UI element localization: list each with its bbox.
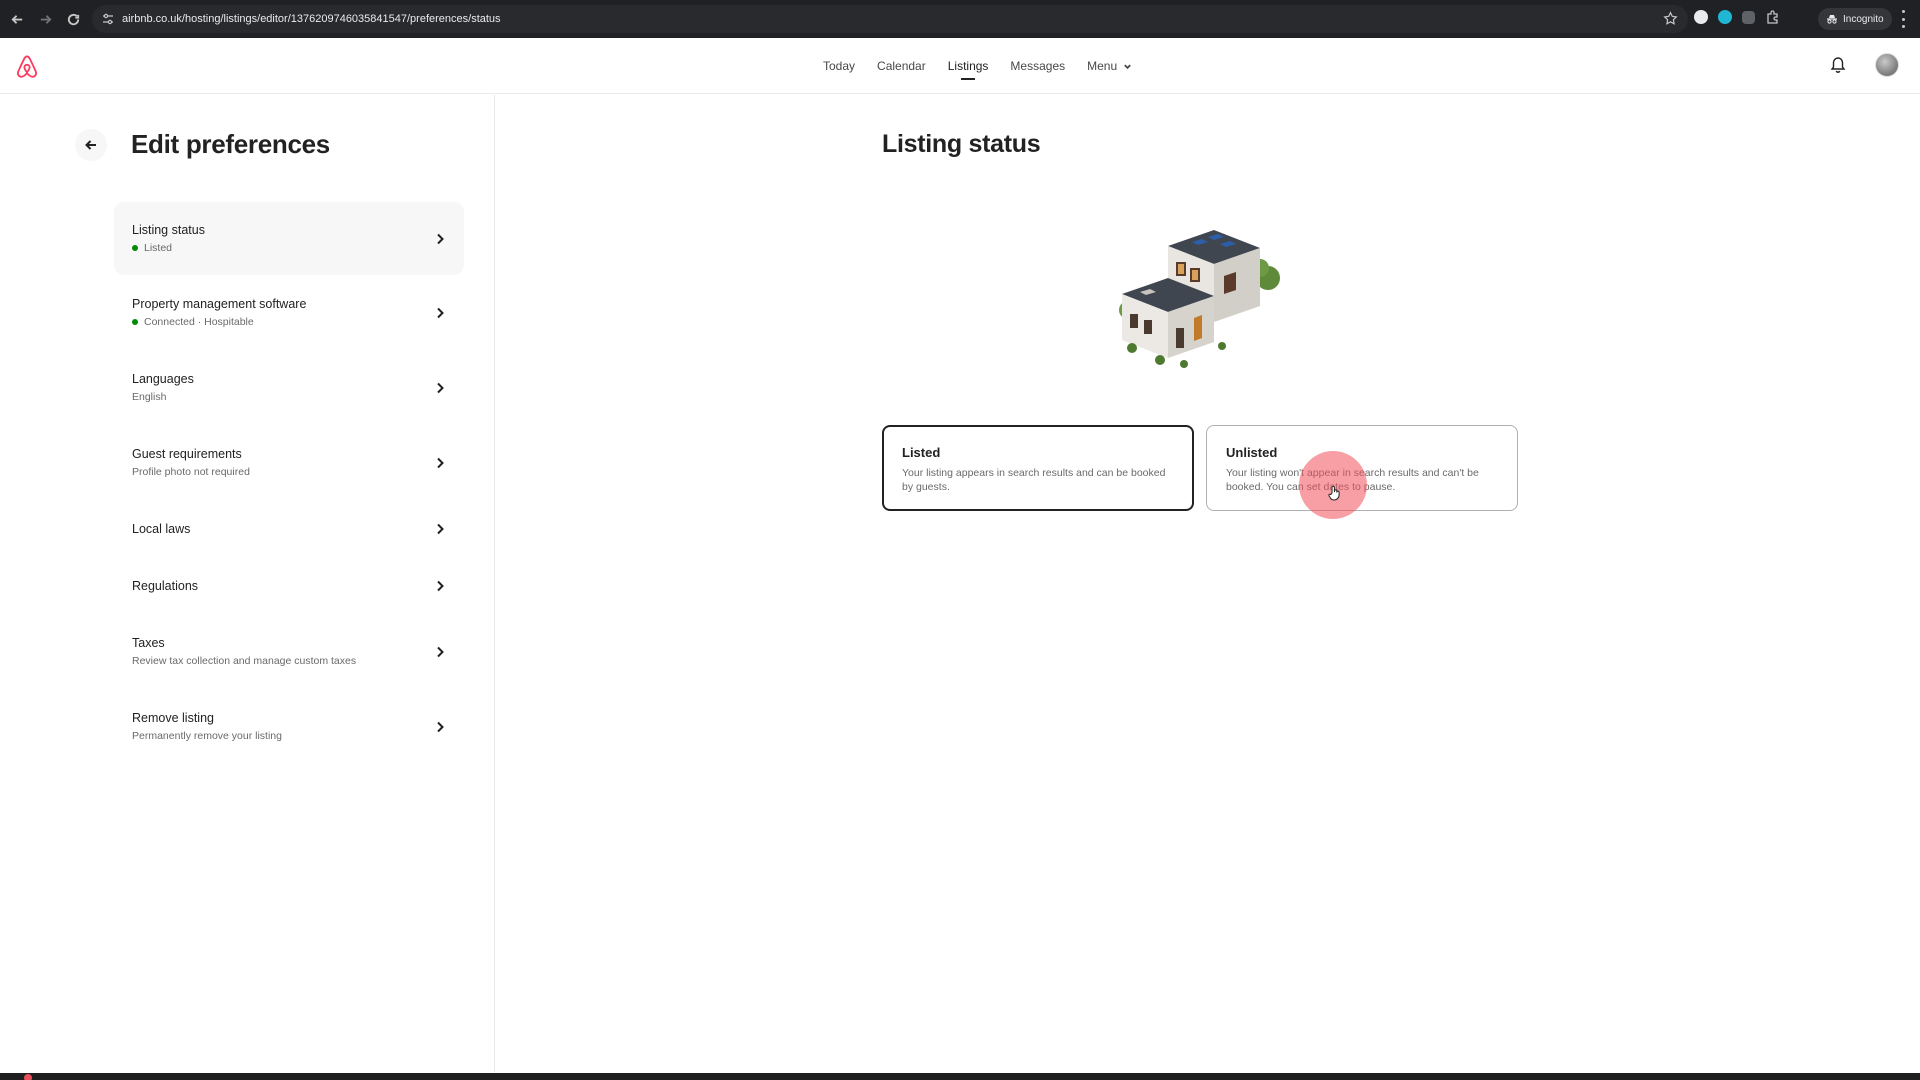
page-title: Edit preferences: [131, 129, 330, 159]
chevron-right-icon: [437, 307, 444, 318]
chevron-right-icon: [437, 382, 444, 393]
status-dot-icon: [132, 245, 138, 251]
browser-toolbar: airbnb.co.uk/hosting/listings/editor/137…: [0, 0, 1920, 38]
chevron-right-icon: [437, 580, 444, 591]
chevron-down-icon: [1124, 64, 1131, 69]
menu-item-title: Remove listing: [132, 711, 214, 725]
menu-item-subtitle: Listed: [144, 242, 173, 254]
menu-item-subtitle: Permanently remove your listing: [132, 730, 282, 742]
menu-item-local-laws[interactable]: Local laws: [114, 500, 464, 557]
primary-nav: Today Calendar Listings Messages Menu: [812, 38, 1143, 94]
incognito-label: Incognito: [1843, 13, 1884, 25]
menu-item-subtitle: English: [132, 391, 167, 403]
chevron-right-icon: [437, 721, 444, 732]
bottom-edge-strip: [0, 1073, 1920, 1080]
user-avatar[interactable]: [1875, 53, 1899, 77]
browser-back-icon[interactable]: [4, 6, 30, 32]
menu-item-remove-listing[interactable]: Remove listing Permanently remove your l…: [114, 689, 464, 764]
option-title: Listed: [902, 445, 941, 460]
status-dot-icon: [132, 319, 138, 325]
menu-item-languages[interactable]: Languages English: [114, 350, 464, 425]
menu-item-guest-requirements[interactable]: Guest requirements Profile photo not req…: [114, 425, 464, 500]
back-button[interactable]: [75, 129, 107, 161]
extension-globe-icon[interactable]: [1718, 10, 1732, 24]
nav-messages[interactable]: Messages: [999, 38, 1076, 94]
menu-item-property-management-software[interactable]: Property management software Connected ·…: [114, 275, 464, 350]
extension-copy-icon[interactable]: [1742, 10, 1755, 24]
menu-item-title: Local laws: [132, 521, 191, 536]
section-title: Listing status: [882, 130, 1041, 158]
arrow-left-icon: [85, 140, 96, 150]
nav-calendar[interactable]: Calendar: [866, 38, 937, 94]
bookmark-star-icon[interactable]: [1663, 11, 1678, 26]
nav-listings[interactable]: Listings: [937, 38, 1000, 94]
preferences-sidebar: Edit preferences Listing status Listed P…: [0, 95, 495, 1072]
address-url[interactable]: airbnb.co.uk/hosting/listings/editor/137…: [122, 13, 501, 25]
chevron-right-icon: [437, 646, 444, 657]
house-illustration: [1119, 230, 1280, 368]
menu-item-title: Listing status: [132, 223, 205, 237]
menu-item-taxes[interactable]: Taxes Review tax collection and manage c…: [114, 614, 464, 689]
menu-item-title: Property management software: [132, 297, 307, 311]
menu-item-title: Regulations: [132, 578, 199, 593]
menu-item-listing-status[interactable]: Listing status Listed: [114, 202, 464, 275]
nav-menu-label: Menu: [1087, 59, 1118, 73]
incognito-indicator[interactable]: Incognito: [1818, 8, 1892, 30]
preferences-menu: Listing status Listed Property managemen…: [114, 202, 464, 764]
hand-cursor-icon: [1328, 485, 1340, 501]
address-bar[interactable]: airbnb.co.uk/hosting/listings/editor/137…: [92, 5, 1688, 33]
notifications-bell-icon[interactable]: [1830, 56, 1846, 74]
menu-item-subtitle: Profile photo not required: [132, 466, 250, 478]
host-top-nav: Today Calendar Listings Messages Menu: [0, 38, 1920, 94]
menu-item-title: Taxes: [132, 636, 165, 650]
menu-item-title: Guest requirements: [132, 447, 242, 461]
airbnb-logo-icon[interactable]: [14, 54, 40, 80]
listed-option-card[interactable]: Listed Your listing appears in search re…: [882, 425, 1194, 511]
menu-item-regulations[interactable]: Regulations: [114, 557, 464, 614]
menu-item-title: Languages: [132, 372, 194, 386]
browser-menu-icon[interactable]: [1898, 10, 1908, 28]
site-info-icon[interactable]: [102, 13, 114, 25]
option-description: Your listing appears in search results a…: [902, 467, 1166, 493]
nav-today[interactable]: Today: [812, 38, 866, 94]
browser-forward-icon[interactable]: [32, 6, 58, 32]
nav-menu[interactable]: Menu: [1076, 38, 1143, 94]
menu-item-subtitle: Connected · Hospitable: [144, 316, 254, 328]
chevron-right-icon: [437, 457, 444, 468]
chevron-right-icon: [437, 233, 444, 244]
extensions-puzzle-icon[interactable]: [1765, 9, 1781, 25]
browser-reload-icon[interactable]: [60, 6, 86, 32]
recording-indicator-icon: [24, 1074, 32, 1080]
option-title: Unlisted: [1226, 445, 1278, 460]
incognito-icon: [1827, 15, 1837, 24]
menu-item-subtitle: Review tax collection and manage custom …: [132, 655, 357, 667]
extension-shield-icon[interactable]: [1694, 10, 1708, 24]
chevron-right-icon: [437, 523, 444, 534]
extensions-area: [1694, 9, 1781, 25]
